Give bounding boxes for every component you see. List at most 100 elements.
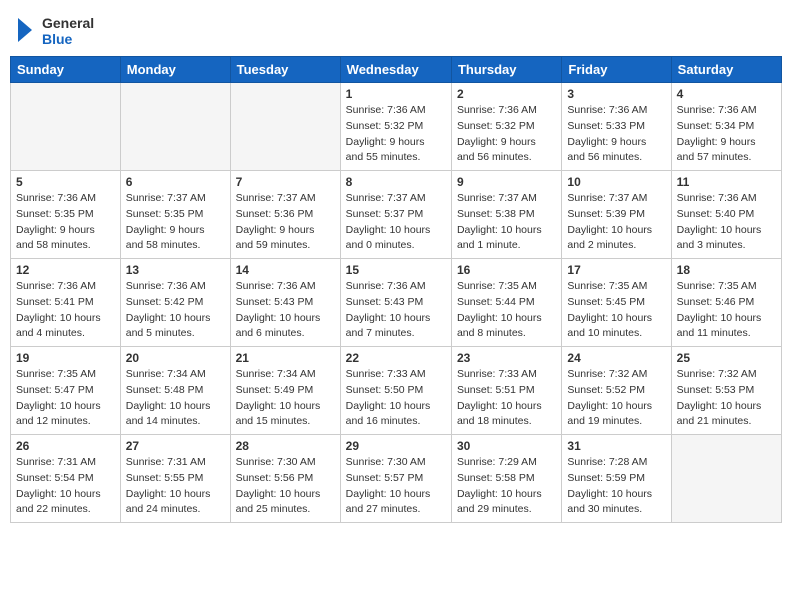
day-info-line: Sunrise: 7:36 AM (567, 103, 665, 119)
weekday-header: Sunday (11, 57, 121, 83)
page-header: General Blue (10, 10, 782, 50)
day-number: 19 (16, 351, 115, 365)
day-info-line: Sunset: 5:40 PM (677, 207, 776, 223)
day-info-line: Daylight: 10 hours (457, 223, 556, 239)
day-info-line: and 22 minutes. (16, 502, 115, 518)
day-info-line: Sunrise: 7:32 AM (677, 367, 776, 383)
day-info-line: and 56 minutes. (457, 150, 556, 166)
day-info-line: Sunset: 5:32 PM (457, 119, 556, 135)
day-number: 3 (567, 87, 665, 101)
day-info-line: Sunrise: 7:36 AM (16, 279, 115, 295)
day-info: Sunrise: 7:29 AMSunset: 5:58 PMDaylight:… (457, 455, 556, 518)
calendar-cell: 30Sunrise: 7:29 AMSunset: 5:58 PMDayligh… (451, 435, 561, 523)
day-info-line: Sunrise: 7:30 AM (236, 455, 335, 471)
day-info-line: and 7 minutes. (346, 326, 446, 342)
day-number: 26 (16, 439, 115, 453)
day-info: Sunrise: 7:35 AMSunset: 5:45 PMDaylight:… (567, 279, 665, 342)
day-number: 23 (457, 351, 556, 365)
day-number: 16 (457, 263, 556, 277)
day-info-line: and 57 minutes. (677, 150, 776, 166)
calendar-cell: 14Sunrise: 7:36 AMSunset: 5:43 PMDayligh… (230, 259, 340, 347)
calendar-week-row: 5Sunrise: 7:36 AMSunset: 5:35 PMDaylight… (11, 171, 782, 259)
day-info-line: Sunset: 5:35 PM (16, 207, 115, 223)
day-info: Sunrise: 7:36 AMSunset: 5:40 PMDaylight:… (677, 191, 776, 254)
day-info-line: and 10 minutes. (567, 326, 665, 342)
day-info-line: Sunrise: 7:36 AM (677, 191, 776, 207)
day-info-line: Sunset: 5:42 PM (126, 295, 225, 311)
calendar-week-row: 26Sunrise: 7:31 AMSunset: 5:54 PMDayligh… (11, 435, 782, 523)
day-info: Sunrise: 7:37 AMSunset: 5:39 PMDaylight:… (567, 191, 665, 254)
day-number: 8 (346, 175, 446, 189)
day-info-line: Sunrise: 7:37 AM (567, 191, 665, 207)
day-number: 27 (126, 439, 225, 453)
day-info-line: Daylight: 10 hours (16, 311, 115, 327)
day-info: Sunrise: 7:32 AMSunset: 5:53 PMDaylight:… (677, 367, 776, 430)
day-info-line: and 16 minutes. (346, 414, 446, 430)
day-info-line: Daylight: 10 hours (346, 311, 446, 327)
day-info: Sunrise: 7:36 AMSunset: 5:35 PMDaylight:… (16, 191, 115, 254)
day-info-line: and 19 minutes. (567, 414, 665, 430)
calendar-cell: 12Sunrise: 7:36 AMSunset: 5:41 PMDayligh… (11, 259, 121, 347)
day-info-line: Sunrise: 7:37 AM (236, 191, 335, 207)
day-info: Sunrise: 7:37 AMSunset: 5:36 PMDaylight:… (236, 191, 335, 254)
day-info-line: Sunset: 5:37 PM (346, 207, 446, 223)
calendar-cell: 17 Sunrise: 7:35 AMSunset: 5:45 PMDayligh… (562, 259, 671, 347)
day-info-line: and 6 minutes. (236, 326, 335, 342)
calendar-cell: 28 Sunrise: 7:30 AMSunset: 5:56 PMDayligh… (230, 435, 340, 523)
day-info-line: Sunset: 5:33 PM (567, 119, 665, 135)
day-info-line: and 12 minutes. (16, 414, 115, 430)
day-number: 20 (126, 351, 225, 365)
day-info: Sunrise: 7:34 AMSunset: 5:48 PMDaylight:… (126, 367, 225, 430)
day-info-line: Sunset: 5:52 PM (567, 383, 665, 399)
logo-svg: General Blue (14, 10, 94, 50)
day-number: 7 (236, 175, 335, 189)
day-info-line: Daylight: 10 hours (236, 399, 335, 415)
day-info-line: Daylight: 10 hours (677, 399, 776, 415)
day-info-line: Sunset: 5:49 PM (236, 383, 335, 399)
day-info-line: and 5 minutes. (126, 326, 225, 342)
calendar-cell: 21Sunrise: 7:34 AMSunset: 5:49 PMDayligh… (230, 347, 340, 435)
day-info-line: Daylight: 9 hours (457, 135, 556, 151)
day-info-line: Daylight: 10 hours (236, 487, 335, 503)
day-info-line: Sunrise: 7:36 AM (126, 279, 225, 295)
calendar-cell: 13Sunrise: 7:36 AMSunset: 5:42 PMDayligh… (120, 259, 230, 347)
day-info-line: Sunrise: 7:35 AM (16, 367, 115, 383)
day-number: 13 (126, 263, 225, 277)
day-info-line: and 58 minutes. (126, 238, 225, 254)
day-info-line: Sunset: 5:50 PM (346, 383, 446, 399)
day-info-line: Daylight: 10 hours (236, 311, 335, 327)
day-number: 11 (677, 175, 776, 189)
day-info-line: Sunset: 5:39 PM (567, 207, 665, 223)
day-info-line: Sunset: 5:46 PM (677, 295, 776, 311)
day-info-line: Sunset: 5:56 PM (236, 471, 335, 487)
day-number: 28 (236, 439, 335, 453)
weekday-header: Saturday (671, 57, 781, 83)
day-info-line: Sunset: 5:58 PM (457, 471, 556, 487)
day-info-line: Sunrise: 7:29 AM (457, 455, 556, 471)
day-info-line: Sunrise: 7:37 AM (346, 191, 446, 207)
calendar-cell: 27Sunrise: 7:31 AMSunset: 5:55 PMDayligh… (120, 435, 230, 523)
day-info: Sunrise: 7:37 AMSunset: 5:37 PMDaylight:… (346, 191, 446, 254)
calendar-cell: 3Sunrise: 7:36 AMSunset: 5:33 PMDaylight… (562, 83, 671, 171)
day-number: 15 (346, 263, 446, 277)
day-info-line: and 11 minutes. (677, 326, 776, 342)
day-info-line: Sunset: 5:41 PM (16, 295, 115, 311)
day-info-line: Sunset: 5:57 PM (346, 471, 446, 487)
day-info-line: Daylight: 9 hours (236, 223, 335, 239)
day-info-line: Sunrise: 7:35 AM (677, 279, 776, 295)
day-info: Sunrise: 7:33 AMSunset: 5:51 PMDaylight:… (457, 367, 556, 430)
weekday-header: Thursday (451, 57, 561, 83)
calendar-cell (11, 83, 121, 171)
day-info-line: Daylight: 10 hours (567, 311, 665, 327)
day-info-line: Daylight: 9 hours (677, 135, 776, 151)
day-info-line: Sunset: 5:35 PM (126, 207, 225, 223)
day-info: Sunrise: 7:35 AMSunset: 5:44 PMDaylight:… (457, 279, 556, 342)
day-info-line: Sunrise: 7:36 AM (346, 279, 446, 295)
day-number: 18 (677, 263, 776, 277)
day-info-line: Sunrise: 7:34 AM (126, 367, 225, 383)
day-number: 17 (567, 263, 665, 277)
day-info-line: Sunrise: 7:34 AM (236, 367, 335, 383)
day-info-line: Sunrise: 7:30 AM (346, 455, 446, 471)
day-info-line: Daylight: 10 hours (346, 399, 446, 415)
calendar-cell: 10Sunrise: 7:37 AMSunset: 5:39 PMDayligh… (562, 171, 671, 259)
